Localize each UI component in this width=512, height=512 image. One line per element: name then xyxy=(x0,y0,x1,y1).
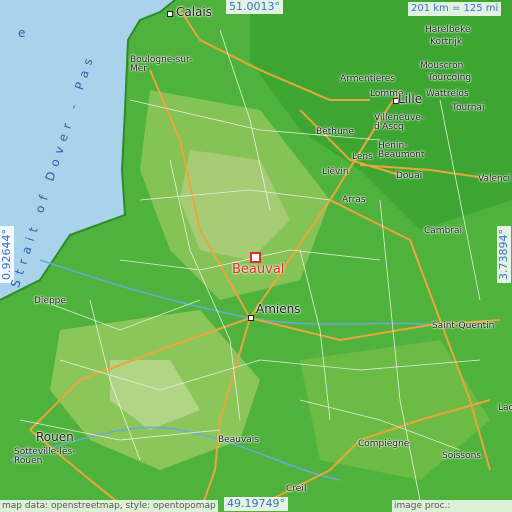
place-beauvais: Beauvais xyxy=(218,435,259,445)
place-boulogne: Boulogne-sur- Mer xyxy=(130,55,193,74)
location-label: Beauval xyxy=(232,262,285,277)
place-henin: Hénin- Beaumont xyxy=(378,141,425,160)
bottom-latitude-label: 49.19749° xyxy=(224,497,288,511)
place-armentieres: Armentières xyxy=(340,74,396,84)
place-dieppe: Dieppe xyxy=(34,296,66,306)
place-bethune: Béthune xyxy=(316,127,354,137)
place-laon: Lao xyxy=(498,403,512,413)
place-kortrijk: Kortrijk xyxy=(430,37,463,47)
place-cambrai: Cambrai xyxy=(424,226,462,236)
place-tournai: Tournai xyxy=(452,103,485,113)
place-tourcoing: Tourcoing xyxy=(428,73,472,83)
place-villeneuve: Villeneuve- d'Ascq xyxy=(374,113,425,132)
place-rouen: Rouen xyxy=(36,430,74,444)
place-harelbeke: Harelbeke xyxy=(425,25,471,35)
place-douai: Douai xyxy=(396,171,423,181)
place-saint-quentin: Saint-Quentin xyxy=(432,321,495,331)
scale-label: 201 km = 125 mi xyxy=(408,2,502,16)
sea-label-fragment: e xyxy=(18,26,32,40)
attribution-image: image proc.: elevation.city xyxy=(392,500,512,512)
place-mouscron: Mouscron xyxy=(420,61,464,71)
place-lievin: Liévin xyxy=(322,167,349,177)
place-lille: Lille xyxy=(398,92,423,106)
place-valenciennes: Valenci xyxy=(478,174,511,184)
map-view[interactable]: 51.0013° 49.19749° 0.92644° 3.73894° 201… xyxy=(0,0,512,512)
city-dot xyxy=(248,315,254,321)
place-sotteville: Sotteville-lès- Rouen xyxy=(14,447,76,466)
right-longitude-label: 3.73894° xyxy=(497,226,511,283)
top-latitude-label: 51.0013° xyxy=(226,0,283,14)
place-creil: Creil xyxy=(286,484,307,494)
place-arras: Arras xyxy=(342,195,366,205)
place-wattrelos: Wattrelos xyxy=(426,89,469,99)
place-soissons: Soissons xyxy=(442,451,481,461)
place-calais: Calais xyxy=(176,5,213,19)
place-lens: Lens xyxy=(352,152,373,162)
place-amiens: Amiens xyxy=(256,302,301,316)
place-compiegne: Compiègne xyxy=(358,439,410,449)
attribution-map: map data: openstreetmap, style: opentopo… xyxy=(0,500,218,512)
city-dot xyxy=(167,11,173,17)
